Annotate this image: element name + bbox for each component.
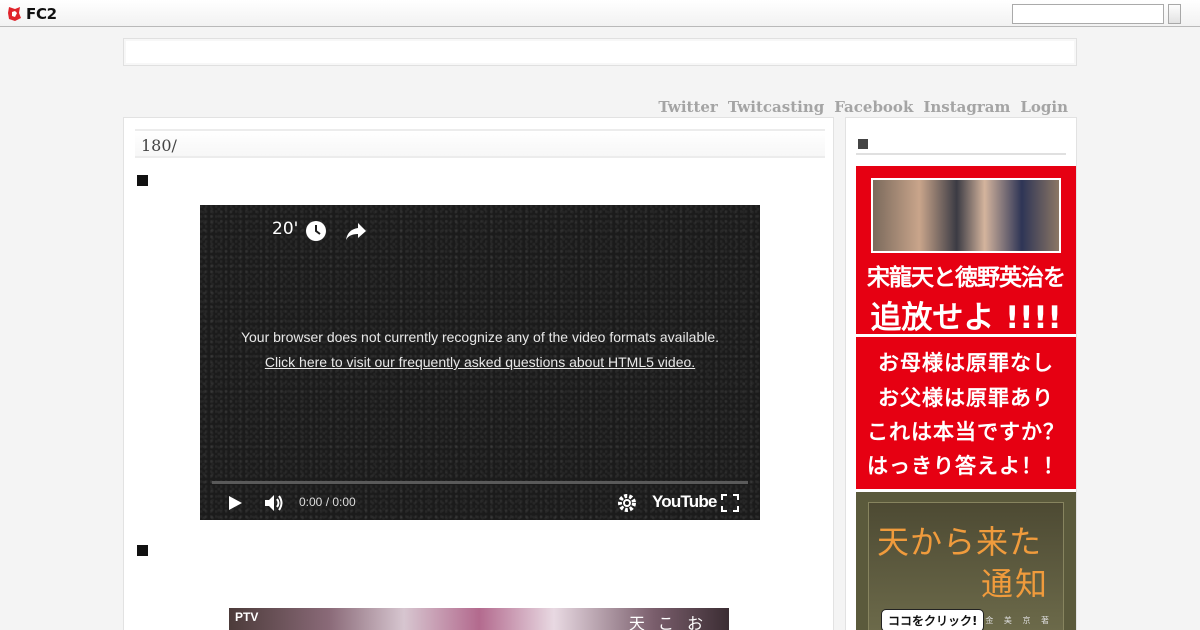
section-marker xyxy=(137,175,148,186)
banner-expel-line2: 追放せよ !!!! xyxy=(870,300,1062,334)
banner-line: これは本当ですか？ xyxy=(867,420,1065,444)
sidebar-header xyxy=(856,136,1066,155)
video-progress-bar[interactable] xyxy=(212,481,748,484)
banner-line: お父様は原罪あり xyxy=(878,386,1054,410)
banner-expel[interactable]: 宋龍天と徳野英治を 追放せよ !!!! xyxy=(856,166,1076,334)
entry-title-bar: 180/ xyxy=(135,129,825,158)
banner-original-sin[interactable]: お母様は原罪なし お父様は原罪あり これは本当ですか？ はっきり答えよ！！ xyxy=(856,337,1076,489)
fc2-toolbar: FC2 xyxy=(0,0,1200,27)
book-title-2: 通知 xyxy=(980,565,1049,603)
video-error-text: Your browser does not currently recogniz… xyxy=(240,329,720,345)
click-here-button[interactable]: ココをクリック! xyxy=(881,609,985,630)
share-icon[interactable] xyxy=(345,221,367,241)
main-column: 180/ 20' Your browser does not currently… xyxy=(123,117,834,630)
clock-icon[interactable] xyxy=(305,220,327,242)
youtube-logo[interactable]: YouTube xyxy=(652,492,717,512)
nav-link-instagram[interactable]: Instagram xyxy=(923,98,1010,116)
entry-title[interactable]: 180/ xyxy=(141,136,177,155)
video-faq-link[interactable]: Click here to visit our frequently asked… xyxy=(265,354,695,370)
blog-header xyxy=(123,38,1077,66)
banner-line: お母様は原罪なし xyxy=(878,351,1054,375)
video-time: 0:00 / 0:00 xyxy=(299,495,356,509)
fc2-search-input[interactable] xyxy=(1012,4,1164,24)
nav-link-twitcasting[interactable]: Twitcasting xyxy=(728,98,824,116)
fullscreen-icon[interactable] xyxy=(720,492,740,514)
banner-line: はっきり答えよ！！ xyxy=(867,454,1065,478)
fc2-logo-icon xyxy=(7,6,22,22)
nav-link-facebook[interactable]: Facebook xyxy=(834,98,913,116)
banner-photo xyxy=(871,178,1061,253)
nav-link-login[interactable]: Login xyxy=(1020,98,1068,116)
top-nav: Twitter Twitcasting Facebook Instagram L… xyxy=(658,98,1068,116)
banner-book[interactable]: 天から来た 通知 ココをクリック! 金 美 京 著 xyxy=(856,492,1076,630)
video-error-message: Your browser does not currently recogniz… xyxy=(240,325,720,375)
photo-logo: PTV xyxy=(235,610,259,624)
nav-link-twitter[interactable]: Twitter xyxy=(658,98,717,116)
sidebar-marker xyxy=(858,139,868,149)
book-author: 金 美 京 著 xyxy=(985,616,1053,625)
photo-caption: 天 こ お xyxy=(628,614,707,630)
fc2-search-button[interactable] xyxy=(1168,4,1181,24)
banner-expel-line1: 宋龍天と徳野英治を xyxy=(867,265,1066,291)
book-cover: 天から来た 通知 ココをクリック! 金 美 京 著 xyxy=(868,502,1064,630)
settings-icon[interactable] xyxy=(617,492,637,514)
video-player[interactable]: 20' Your browser does not currently reco… xyxy=(200,205,760,520)
video-title[interactable]: 20' xyxy=(272,219,298,239)
volume-icon[interactable] xyxy=(263,492,287,514)
sidebar: 宋龍天と徳野英治を 追放せよ !!!! お母様は原罪なし お父様は原罪あり これ… xyxy=(845,117,1077,630)
play-icon[interactable] xyxy=(226,492,244,514)
fc2-logo-text: FC2 xyxy=(26,5,57,23)
book-title-1: 天から来た xyxy=(877,523,1043,561)
entry-photo: PTV 天 こ お xyxy=(229,608,729,630)
section-marker xyxy=(137,545,148,556)
fc2-logo[interactable]: FC2 xyxy=(7,4,57,24)
